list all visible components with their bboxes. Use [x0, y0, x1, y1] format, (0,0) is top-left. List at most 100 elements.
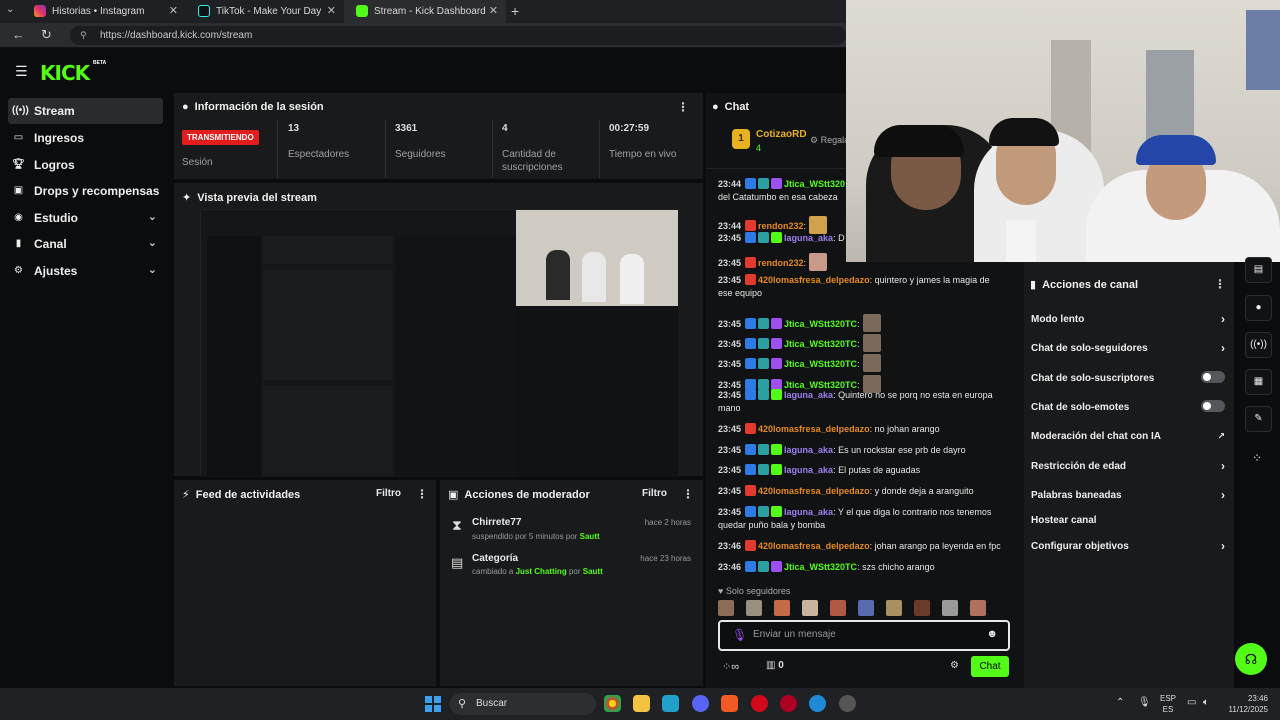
close-icon[interactable]: ✕: [327, 4, 336, 17]
host-channel-row[interactable]: Hostear canal: [1031, 515, 1227, 526]
chrome-icon[interactable]: [604, 695, 621, 712]
stream-preview-video[interactable]: [200, 209, 678, 477]
sidebar-item-ingresos[interactable]: ▭ Ingresos: [8, 125, 163, 151]
hamburger-menu-icon[interactable]: ☰: [15, 63, 28, 80]
broadcast-icon[interactable]: ((•)): [1245, 332, 1272, 358]
message-username[interactable]: Jtica_WStt320TC: [784, 562, 857, 572]
discord-icon[interactable]: [692, 695, 709, 712]
channel-icon: ▮: [15, 238, 22, 249]
filter-button[interactable]: Filtro: [642, 488, 667, 499]
support-headset-icon[interactable]: ☊: [1235, 643, 1267, 675]
slow-mode-row[interactable]: Modo lento ›: [1031, 312, 1227, 326]
sidebar-item-canal[interactable]: ▮ Canal ⌄: [8, 231, 163, 257]
followers-only-row[interactable]: Chat de solo-seguidores ›: [1031, 341, 1227, 355]
message-username[interactable]: Jtica_WStt320TC: [784, 359, 857, 369]
emotes-only-toggle[interactable]: [1201, 400, 1225, 412]
age-restriction-row[interactable]: Restricción de edad ›: [1031, 459, 1227, 473]
taskbar-search[interactable]: ⚲ Buscar: [450, 693, 596, 715]
close-icon[interactable]: ✕: [489, 4, 498, 17]
dots-menu-icon[interactable]: ⁘: [1252, 451, 1262, 465]
wrench-icon[interactable]: ✎: [1245, 406, 1272, 432]
url-field[interactable]: ⚲ https://dashboard.kick.com/stream: [70, 26, 846, 45]
message-username[interactable]: 420lomasfresa_delpedazo: [758, 424, 870, 434]
windows-start-icon[interactable]: [425, 696, 441, 712]
emote-icon[interactable]: [802, 600, 818, 616]
infinity-icon[interactable]: ⁘∞: [722, 660, 739, 673]
message-username[interactable]: laguna_aka: [784, 465, 833, 475]
chat-input-box[interactable]: 🎙︎ Enviar un mensaje ☻: [718, 620, 1010, 651]
emote-icon[interactable]: [914, 600, 930, 616]
emote-icon[interactable]: [830, 600, 846, 616]
app-icon[interactable]: [662, 695, 679, 712]
opera-gx-icon[interactable]: [780, 695, 797, 712]
folder-icon[interactable]: [633, 695, 650, 712]
tab-kick-dashboard[interactable]: Stream - Kick Dashboard ✕: [344, 0, 506, 23]
emote-icon[interactable]: [774, 600, 790, 616]
mod-action-by[interactable]: Sautt: [580, 532, 600, 541]
goals-row[interactable]: Configurar objetivos ›: [1031, 539, 1227, 553]
opera-icon[interactable]: [751, 695, 768, 712]
banned-words-row[interactable]: Palabras baneadas ›: [1031, 488, 1227, 502]
kick-logo[interactable]: KICK: [40, 61, 90, 85]
sidebar-item-ajustes[interactable]: ⚙ Ajustes ⌄: [8, 258, 163, 284]
network-icon[interactable]: ▭: [1187, 697, 1196, 708]
chevron-up-icon[interactable]: ⌃: [1116, 697, 1124, 708]
new-tab-icon[interactable]: +: [511, 3, 519, 19]
brave-icon[interactable]: [721, 695, 738, 712]
message-username[interactable]: rendon232: [758, 258, 804, 268]
more-options-icon[interactable]: ⋮: [677, 100, 689, 114]
message-username[interactable]: 420lomasfresa_delpedazo: [758, 541, 870, 551]
sidebar-item-logros[interactable]: 🏆︎ Logros: [8, 152, 163, 178]
message-username[interactable]: 420lomasfresa_delpedazo: [758, 486, 870, 496]
chat-bubble-icon[interactable]: ●: [1245, 295, 1272, 321]
edge-icon[interactable]: [809, 695, 826, 712]
subscribers-only-toggle[interactable]: [1201, 371, 1225, 383]
clock[interactable]: 23:46 11/12/2025: [1228, 693, 1268, 715]
microphone-icon[interactable]: 🎙︎: [732, 628, 747, 642]
emote-icon[interactable]: [718, 600, 734, 616]
message-username[interactable]: Jtica_WStt320: [784, 179, 845, 189]
more-options-icon[interactable]: ⋮: [1214, 277, 1226, 291]
emote-icon[interactable]: [970, 600, 986, 616]
tab-list-chevron-icon[interactable]: ⌄: [6, 4, 14, 15]
sidebar-item-estudio[interactable]: ◉ Estudio ⌄: [8, 205, 163, 231]
site-info-icon[interactable]: ⚲: [80, 26, 87, 45]
filter-button[interactable]: Filtro: [376, 488, 401, 499]
volume-icon[interactable]: 🔈︎: [1203, 697, 1209, 708]
more-options-icon[interactable]: ⋮: [682, 487, 694, 501]
app-icon[interactable]: [839, 695, 856, 712]
message-username[interactable]: laguna_aka: [784, 233, 833, 243]
message-username[interactable]: laguna_aka: [784, 445, 833, 455]
emote-icon[interactable]: [746, 600, 762, 616]
points-display[interactable]: ▥ 0: [766, 660, 784, 671]
pinned-user[interactable]: CotizaoRD: [756, 129, 807, 140]
more-options-icon[interactable]: ⋮: [416, 487, 428, 501]
send-chat-button[interactable]: Chat: [971, 656, 1009, 677]
tab-tiktok[interactable]: TikTok - Make Your Day ✕: [186, 0, 344, 23]
emote-icon[interactable]: [942, 600, 958, 616]
language-indicator[interactable]: ESP ES: [1160, 693, 1176, 715]
reload-icon[interactable]: ↻: [41, 27, 52, 43]
message-username[interactable]: rendon232: [758, 221, 804, 231]
chat-settings-icon[interactable]: ⚙: [950, 660, 959, 671]
message-username[interactable]: laguna_aka: [784, 507, 833, 517]
microphone-icon[interactable]: 🎙︎: [1138, 697, 1151, 708]
close-icon[interactable]: ✕: [169, 4, 178, 17]
emote-icon[interactable]: [886, 600, 902, 616]
message-username[interactable]: Jtica_WStt320TC: [784, 319, 857, 329]
mod-action-by[interactable]: Sautt: [583, 567, 603, 576]
tab-instagram[interactable]: Historias • Instagram ✕: [22, 0, 186, 23]
sidebar-item-drops[interactable]: ▣ Drops y recompensas: [8, 178, 163, 204]
mod-action-target[interactable]: Just Chatting: [516, 567, 567, 576]
chat-input[interactable]: Enviar un mensaje: [753, 629, 836, 640]
layout-icon[interactable]: ▦: [1245, 369, 1272, 395]
message-username[interactable]: laguna_aka: [784, 390, 833, 400]
emote-icon[interactable]: [858, 600, 874, 616]
back-icon[interactable]: ←: [12, 27, 25, 42]
ai-moderation-row[interactable]: Moderación del chat con IA ↗: [1031, 431, 1227, 442]
notes-icon[interactable]: ▤: [1245, 257, 1272, 283]
emoji-icon[interactable]: ☻: [986, 628, 998, 640]
sidebar-item-stream[interactable]: ((•)) Stream: [8, 98, 163, 124]
message-username[interactable]: 420lomasfresa_delpedazo: [758, 275, 870, 285]
message-username[interactable]: Jtica_WStt320TC: [784, 339, 857, 349]
